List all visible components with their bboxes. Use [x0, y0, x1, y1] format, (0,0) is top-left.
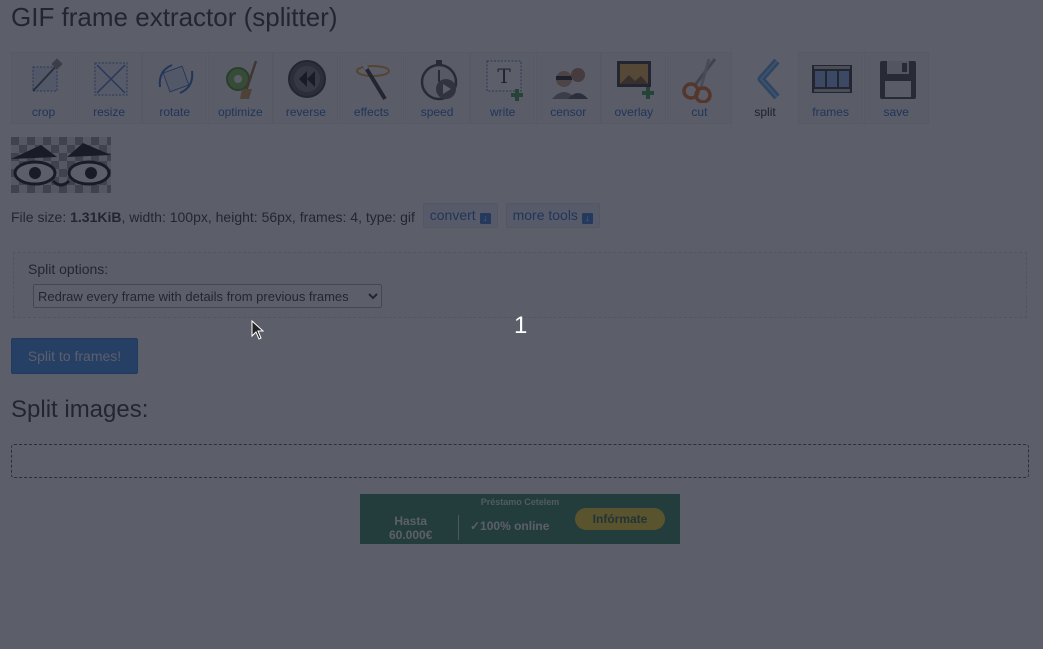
speed-stopwatch-icon — [420, 60, 457, 101]
split-options-label: Split options: — [28, 261, 109, 277]
tool-label: censor — [550, 105, 587, 119]
reverse-icon — [288, 60, 327, 98]
mouse-cursor-icon — [251, 320, 265, 340]
file-info: File size: 1.31KiB, width: 100px, height… — [11, 203, 600, 230]
file-info-prefix: File size: — [11, 209, 71, 225]
tool-speed[interactable]: speed — [404, 52, 470, 124]
effects-wand-icon — [355, 61, 390, 101]
convert-button[interactable]: convert ↓ — [422, 203, 498, 228]
tool-label: rotate — [159, 105, 191, 119]
ad-amount-line1: Hasta — [394, 514, 428, 528]
ad-brand-text: Préstamo Cetelem — [480, 497, 560, 507]
tool-optimize[interactable]: optimize — [207, 52, 273, 124]
split-images-container — [11, 444, 1029, 478]
tool-rotate[interactable]: rotate — [142, 52, 208, 124]
optimize-icon — [225, 60, 257, 99]
tool-cut[interactable]: cut — [666, 52, 732, 124]
split-mode-select[interactable]: Redraw every frame with details from pre… — [33, 284, 382, 308]
tool-reverse[interactable]: reverse — [273, 52, 339, 124]
ad-online-text: ✓100% online — [470, 519, 550, 533]
ad-amount: Hasta 60.000€ — [389, 514, 432, 542]
file-info-details: , width: 100px, height: 56px, frames: 4,… — [121, 209, 415, 225]
rotate-icon — [158, 64, 194, 94]
tool-effects[interactable]: effects — [338, 52, 404, 124]
tool-label: crop — [31, 105, 56, 119]
file-size-value: 1.31KiB — [70, 209, 122, 225]
tool-label: save — [883, 105, 909, 119]
resize-icon — [94, 62, 128, 96]
save-floppy-icon — [879, 61, 916, 99]
ad-cta-button[interactable]: Infórmate — [575, 508, 665, 530]
tool-frames[interactable]: frames — [798, 52, 864, 124]
download-arrow-icon: ↓ — [581, 213, 593, 224]
split-icon — [757, 58, 780, 100]
tool-label: optimize — [217, 105, 263, 119]
tool-resize[interactable]: resize — [76, 52, 142, 124]
cut-scissors-icon — [682, 58, 717, 103]
ad-divider — [458, 515, 459, 540]
tool-label: effects — [353, 105, 390, 119]
frames-filmstrip-icon — [812, 65, 853, 93]
tool-overlay[interactable]: overlay — [601, 52, 667, 124]
tool-label: resize — [93, 105, 126, 119]
tool-label: speed — [420, 105, 454, 119]
tool-write[interactable]: T write — [470, 52, 536, 124]
tool-save[interactable]: save — [863, 52, 929, 124]
gif-preview-image — [11, 137, 111, 193]
overlay-counter: 1 — [514, 312, 528, 339]
svg-text:T: T — [497, 64, 511, 88]
page-title: GIF frame extractor (splitter) — [11, 2, 338, 32]
split-options-panel: Split options: Redraw every frame with d… — [13, 252, 1027, 318]
more-tools-button[interactable]: more tools ↓ — [505, 203, 600, 228]
convert-label: convert — [429, 207, 476, 223]
tool-censor[interactable]: censor — [535, 52, 601, 124]
write-text-icon: T — [486, 60, 524, 101]
overlay-image-icon — [617, 61, 655, 99]
ad-amount-line2: 60.000€ — [389, 528, 433, 542]
ad-banner[interactable]: Préstamo Cetelem Hasta 60.000€ ✓100% onl… — [360, 494, 680, 544]
tool-split[interactable]: split — [732, 52, 798, 124]
page: GIF frame extractor (splitter) crop resi… — [0, 0, 1043, 649]
more-tools-label: more tools — [512, 207, 578, 223]
tool-label: split — [754, 105, 776, 119]
split-to-frames-button[interactable]: Split to frames! — [11, 338, 138, 374]
tool-label: write — [489, 105, 516, 119]
tool-toolbar: crop resize rotate optimize reverse effe… — [11, 52, 929, 126]
tool-label: overlay — [614, 105, 654, 119]
censor-icon — [551, 68, 588, 99]
tool-label: cut — [691, 105, 708, 119]
crop-icon — [32, 58, 63, 92]
download-arrow-icon: ↓ — [479, 213, 491, 224]
tool-label: reverse — [285, 105, 326, 119]
tool-label: frames — [812, 105, 849, 119]
tool-crop[interactable]: crop — [11, 52, 76, 124]
split-images-heading: Split images: — [11, 396, 149, 423]
